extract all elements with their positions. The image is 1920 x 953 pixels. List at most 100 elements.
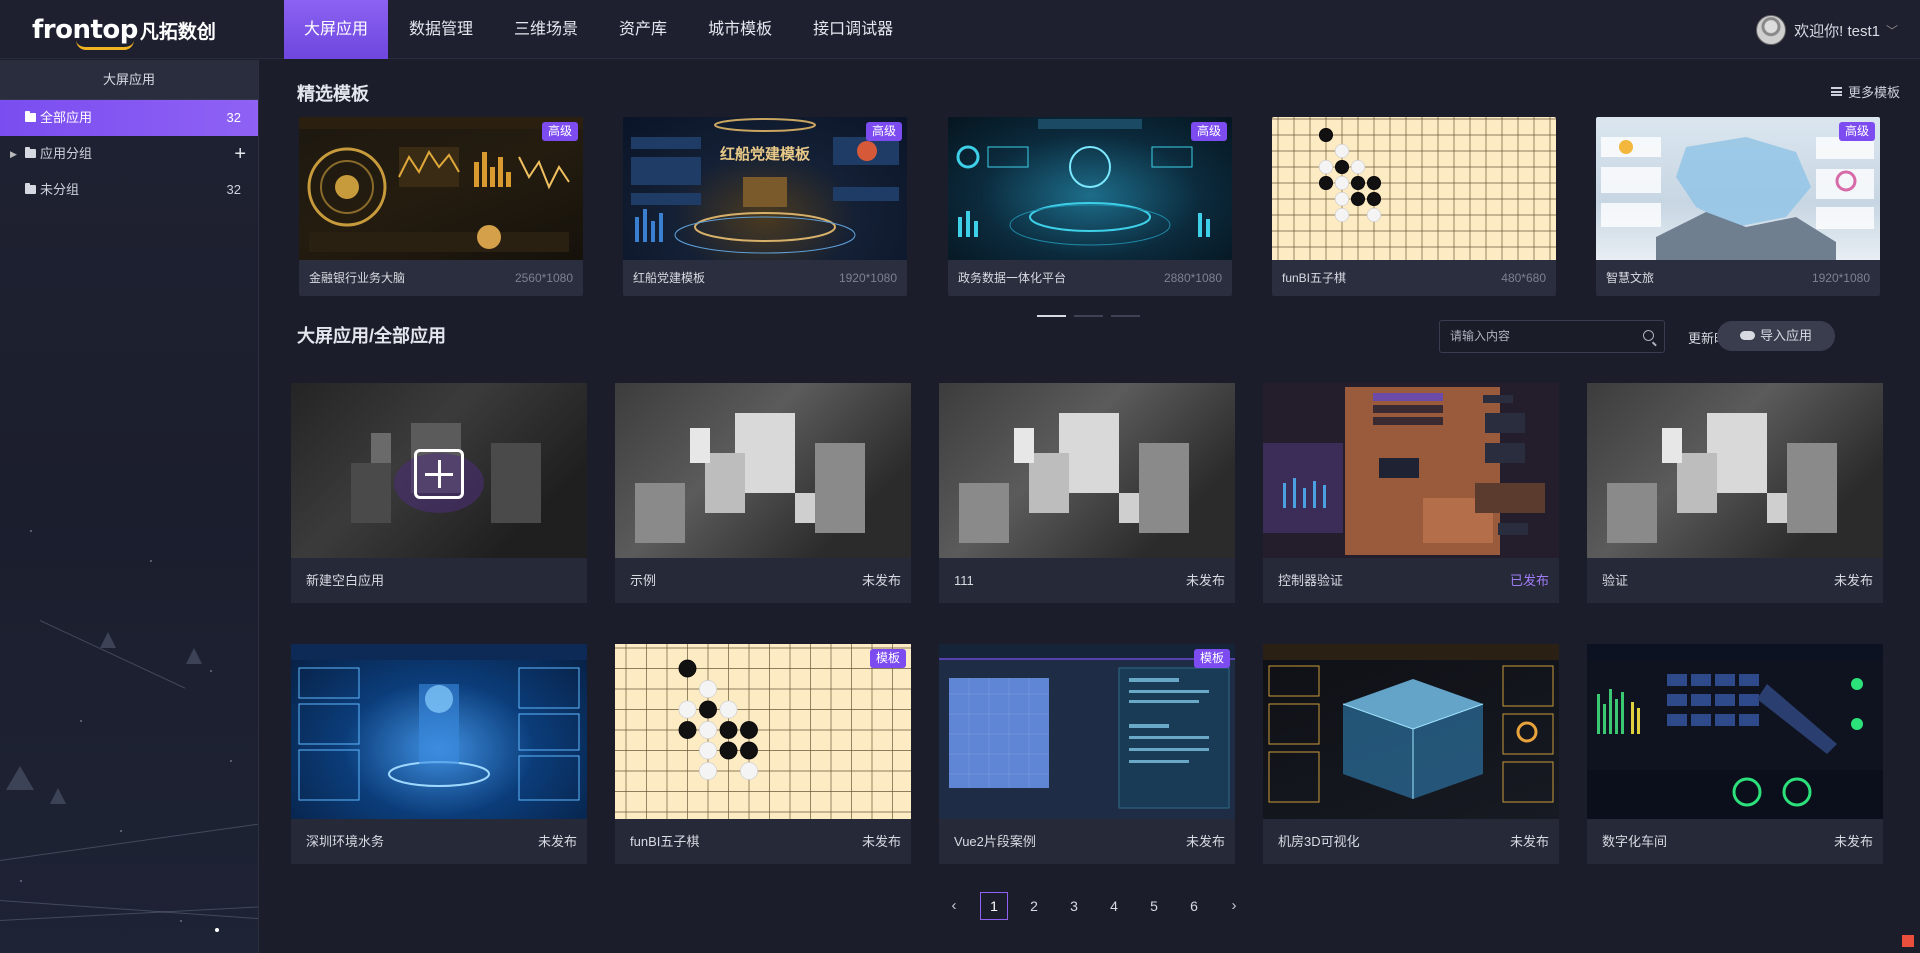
- app-thumbnail[interactable]: 模板: [939, 644, 1235, 819]
- page-2[interactable]: 2: [1020, 892, 1048, 920]
- import-app-button[interactable]: 导入应用: [1717, 321, 1835, 351]
- more-templates-link[interactable]: 更多模板: [1830, 82, 1900, 101]
- nav-tab-asset-library[interactable]: 资产库: [599, 0, 687, 59]
- pagination: ‹ 1 2 3 4 5 6 ›: [940, 892, 1260, 920]
- app-thumbnail[interactable]: [939, 383, 1235, 558]
- page-4[interactable]: 4: [1100, 892, 1128, 920]
- carousel-dot[interactable]: [1111, 315, 1140, 317]
- app-thumbnail[interactable]: 模板: [615, 644, 911, 819]
- page-6[interactable]: 6: [1180, 892, 1208, 920]
- carousel-indicator: [1037, 315, 1148, 317]
- user-menu[interactable]: 欢迎你! test1 ﹀: [1756, 14, 1898, 46]
- app-thumbnail[interactable]: [291, 644, 587, 819]
- sidebar-item-label: 全部应用: [40, 110, 93, 125]
- chevron-down-icon[interactable]: ﹀: [1886, 22, 1898, 39]
- app-name: 深圳环境水务: [306, 834, 385, 849]
- nav-tab-city-templates[interactable]: 城市模板: [688, 0, 792, 59]
- nav-tab-dashboard-apps[interactable]: 大屏应用: [284, 0, 389, 59]
- user-greeting[interactable]: 欢迎你! test1: [1794, 20, 1880, 41]
- add-icon[interactable]: [414, 449, 464, 499]
- template-thumbnail[interactable]: 红船党建模板 高级: [623, 117, 907, 260]
- app-caption: 深圳环境水务 未发布: [291, 819, 587, 864]
- white-stone: [1350, 159, 1366, 175]
- app-thumbnail[interactable]: [1587, 644, 1883, 819]
- avatar[interactable]: [1756, 15, 1787, 45]
- app-status: 未发布: [1185, 573, 1225, 588]
- next-page-button[interactable]: ›: [1220, 892, 1248, 920]
- thumb-graphic: [299, 117, 583, 252]
- app-card[interactable]: 控制器验证 已发布: [1263, 383, 1559, 603]
- app-card[interactable]: 机房3D可视化 未发布: [1263, 644, 1559, 864]
- main-nav: 大屏应用 数据管理 三维场景 资产库 城市模板 接口调试器: [284, 0, 914, 59]
- white-stone: [1318, 159, 1334, 175]
- template-card[interactable]: 红船党建模板 高级 红船党建模板 1920*1080: [623, 117, 907, 296]
- search-icon[interactable]: [1643, 330, 1654, 341]
- app-name: 新建空白应用: [306, 573, 385, 588]
- more-templates-label: 更多模板: [1847, 85, 1900, 100]
- caret-right-icon[interactable]: ▶: [10, 136, 17, 172]
- brand-logo[interactable]: frontop 凡拓数创: [32, 14, 216, 50]
- apps-section-title: 大屏应用/全部应用: [297, 326, 447, 346]
- white-stone: [699, 762, 717, 780]
- white-stone: [719, 700, 738, 719]
- new-app-card[interactable]: 新建空白应用: [291, 383, 587, 603]
- template-card[interactable]: 高级 政务数据一体化平台 2880*1080: [948, 117, 1232, 296]
- template-thumbnail[interactable]: 高级: [1596, 117, 1880, 260]
- app-caption: Vue2片段案例 未发布: [939, 819, 1235, 864]
- page-3[interactable]: 3: [1060, 892, 1088, 920]
- app-card[interactable]: 数字化车间 未发布: [1587, 644, 1883, 864]
- app-name: 验证: [1602, 573, 1629, 588]
- app-caption: 数字化车间 未发布: [1587, 819, 1883, 864]
- search-input[interactable]: 请输入内容: [1439, 320, 1665, 353]
- app-thumbnail[interactable]: [1263, 644, 1559, 819]
- app-card[interactable]: 验证 未发布: [1587, 383, 1883, 603]
- white-stone: [1334, 191, 1350, 207]
- template-name: 金融银行业务大脑: [309, 271, 406, 285]
- app-card[interactable]: 111 未发布: [939, 383, 1235, 603]
- prev-page-button[interactable]: ‹: [940, 892, 968, 920]
- template-card[interactable]: 高级 金融银行业务大脑 2560*1080: [299, 117, 583, 296]
- main-content: 精选模板 更多模板 高级 金融银行业务大脑 2560*1080 红船党建模板 高…: [260, 60, 1920, 953]
- black-stone: [699, 700, 717, 719]
- folder-icon: [25, 183, 36, 194]
- sidebar-item-ungrouped[interactable]: 未分组 32: [0, 172, 258, 208]
- app-card[interactable]: 模板 funBI五子棋 未发布: [615, 644, 911, 864]
- carousel-dot[interactable]: [1037, 315, 1066, 317]
- app-thumbnail[interactable]: [1263, 383, 1559, 558]
- app-thumbnail[interactable]: [291, 383, 587, 558]
- nav-tab-3d-scenes[interactable]: 三维场景: [494, 0, 598, 59]
- gobang-board: [615, 644, 911, 819]
- page-1[interactable]: 1: [980, 892, 1008, 920]
- app-card[interactable]: 模板 Vue2片段案例 未发布: [939, 644, 1235, 864]
- sidebar-item-all-apps[interactable]: 全部应用 32: [0, 100, 258, 136]
- template-caption: 政务数据一体化平台 2880*1080: [948, 260, 1232, 296]
- template-card[interactable]: funBI五子棋 480*680: [1272, 117, 1556, 296]
- gobang-board: [1272, 117, 1556, 260]
- template-thumbnail[interactable]: 高级: [299, 117, 583, 260]
- featured-templates-title: 精选模板: [297, 84, 369, 104]
- cloud-upload-icon: [1739, 331, 1755, 340]
- add-group-icon[interactable]: +: [234, 136, 246, 172]
- template-thumbnail[interactable]: 高级: [948, 117, 1232, 260]
- app-thumbnail[interactable]: [615, 383, 911, 558]
- app-card[interactable]: 深圳环境水务 未发布: [291, 644, 587, 864]
- black-stone: [1366, 191, 1382, 207]
- template-card[interactable]: 高级 智慧文旅 1920*1080: [1596, 117, 1880, 296]
- app-caption: 控制器验证 已发布: [1263, 558, 1559, 603]
- nav-tab-api-debugger[interactable]: 接口调试器: [793, 0, 913, 59]
- sidebar-item-app-groups[interactable]: ▶ 应用分组 +: [0, 136, 258, 172]
- template-thumbnail[interactable]: [1272, 117, 1556, 260]
- app-caption: 新建空白应用: [291, 558, 587, 603]
- nav-tab-data-management[interactable]: 数据管理: [389, 0, 493, 59]
- thumb-graphic: [956, 119, 1210, 246]
- sidebar-item-count: 32: [226, 110, 241, 125]
- app-name: 示例: [630, 573, 657, 588]
- white-stone: [699, 680, 717, 698]
- app-name: 111: [954, 573, 974, 588]
- app-card[interactable]: 示例 未发布: [615, 383, 911, 603]
- flag-icon[interactable]: [1902, 935, 1914, 947]
- black-stone: [1350, 191, 1366, 207]
- page-5[interactable]: 5: [1140, 892, 1168, 920]
- app-thumbnail[interactable]: [1587, 383, 1883, 558]
- carousel-dot[interactable]: [1074, 315, 1103, 317]
